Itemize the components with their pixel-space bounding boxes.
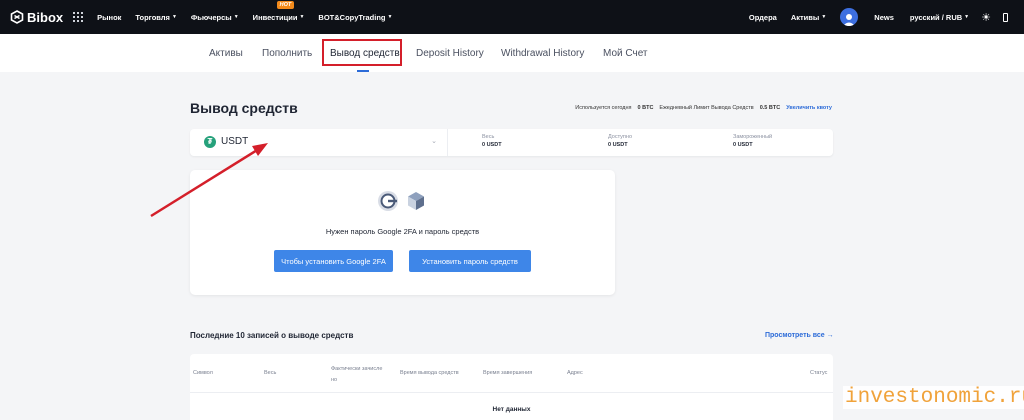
col-symbol: Символ [193, 370, 213, 376]
user-avatar-icon[interactable] [840, 8, 859, 26]
stat-available-value: 0 USDT [608, 142, 628, 148]
annotation-highlight-box [322, 39, 402, 66]
caret-down-icon: ▼ [821, 14, 827, 20]
caret-down-icon: ▼ [387, 14, 393, 20]
security-requirement-panel: Нужен пароль Google 2FA и пароль средств… [190, 170, 615, 295]
nav-bot-copytrading[interactable]: BOT&CopyTrading ▼ [318, 13, 392, 22]
col-address: Адрес [567, 370, 583, 376]
caret-down-icon: ▼ [233, 14, 239, 20]
stat-total-value: 0 USDT [482, 142, 502, 148]
nav-assets[interactable]: Активы ▼ [791, 13, 826, 22]
coin-symbol: USDT [221, 136, 249, 147]
empty-state: Нет данных [492, 406, 531, 413]
col-complete-time: Время завершения [483, 370, 533, 376]
wallet-box-icon [408, 192, 424, 210]
col-withdraw-time: Время вывода средств [400, 370, 459, 376]
tether-icon: ₮ [204, 136, 216, 148]
view-all-link[interactable]: Просмотреть все → [765, 332, 834, 339]
chevron-down-icon: ⌄ [431, 138, 437, 145]
used-today-value: 0 BTC [637, 105, 654, 111]
stat-total: Весь 0 USDT [482, 134, 502, 148]
table-divider [190, 392, 833, 393]
page-title: Вывод средств [190, 100, 298, 116]
google-authenticator-icon [378, 191, 398, 211]
col-actually-credited: Фактически зачисле но [331, 366, 383, 383]
withdraw-limits: Используется сегодня 0 BTC Ежедневный Ли… [575, 105, 832, 111]
account-tabs: Активы Пополнить Вывод средств Deposit H… [0, 34, 1024, 72]
logo-text: Bibox [27, 9, 64, 25]
daily-limit-label: Ежедневный Лимит Вывода Средств [659, 105, 754, 111]
caret-down-icon: ▼ [299, 14, 305, 20]
set-fund-password-button[interactable]: Установить пароль средств [409, 250, 531, 272]
col-total: Весь [264, 370, 277, 376]
tab-withdrawal-history[interactable]: Withdrawal History [501, 48, 584, 59]
setup-google-2fa-button[interactable]: Чтобы установить Google 2FA [274, 250, 393, 272]
nav-market[interactable]: Рынок [97, 13, 121, 22]
caret-down-icon: ▼ [171, 14, 177, 20]
withdrawal-records-table: Символ Весь Фактически зачисле но Время … [190, 354, 833, 420]
increase-quota-link[interactable]: Увеличить квоту [786, 105, 832, 111]
nav-futures[interactable]: Фьючерсы ▼ [191, 13, 239, 22]
active-tab-indicator [357, 70, 369, 72]
nav-news[interactable]: News [874, 13, 894, 22]
bibox-logo-icon [10, 10, 24, 24]
stat-available: Доступно 0 USDT [608, 134, 633, 148]
used-today-label: Используется сегодня [575, 105, 632, 111]
site-watermark: investonomic.ru [843, 386, 1024, 409]
security-message: Нужен пароль Google 2FA и пароль средств [325, 227, 480, 236]
records-title: Последние 10 записей о выводе средств [190, 331, 354, 340]
caret-down-icon: ▼ [964, 14, 970, 20]
mobile-app-icon[interactable] [1003, 12, 1008, 22]
col-status: Статус [810, 370, 828, 376]
top-navbar: Bibox Рынок Торговля ▼ Фьючерсы ▼ HOT Инве… [0, 0, 1024, 34]
user-silhouette-icon [843, 14, 856, 26]
tab-deposit-history[interactable]: Deposit History [416, 48, 484, 59]
nav-investments[interactable]: HOT Инвестиции ▼ [253, 0, 305, 22]
coin-balance-card: ₮ USDT ⌄ Весь 0 USDT Доступно 0 USDT Зам… [190, 129, 833, 156]
hot-badge: HOT [276, 0, 295, 9]
bibox-logo[interactable]: Bibox [10, 10, 63, 25]
language-selector[interactable]: русский / RUB ▼ [910, 13, 969, 22]
theme-toggle-icon[interactable]: ☀ [981, 11, 991, 24]
nav-orders[interactable]: Ордера [749, 13, 777, 22]
tab-my-account[interactable]: Мой Счет [603, 48, 648, 59]
apps-grid-icon[interactable] [73, 12, 84, 22]
nav-trading[interactable]: Торговля ▼ [135, 13, 176, 22]
daily-limit-value: 0.5 BTC [759, 105, 781, 111]
stat-frozen: Замороженный 0 USDT [733, 134, 773, 148]
tab-assets[interactable]: Активы [209, 48, 243, 59]
tab-deposit[interactable]: Пополнить [262, 48, 312, 59]
coin-selector[interactable]: ₮ USDT ⌄ [190, 129, 448, 156]
stat-frozen-value: 0 USDT [733, 142, 753, 148]
nav-right-group: Ордера Активы ▼ News русский / RUB ▼ ☀ [749, 0, 1024, 34]
